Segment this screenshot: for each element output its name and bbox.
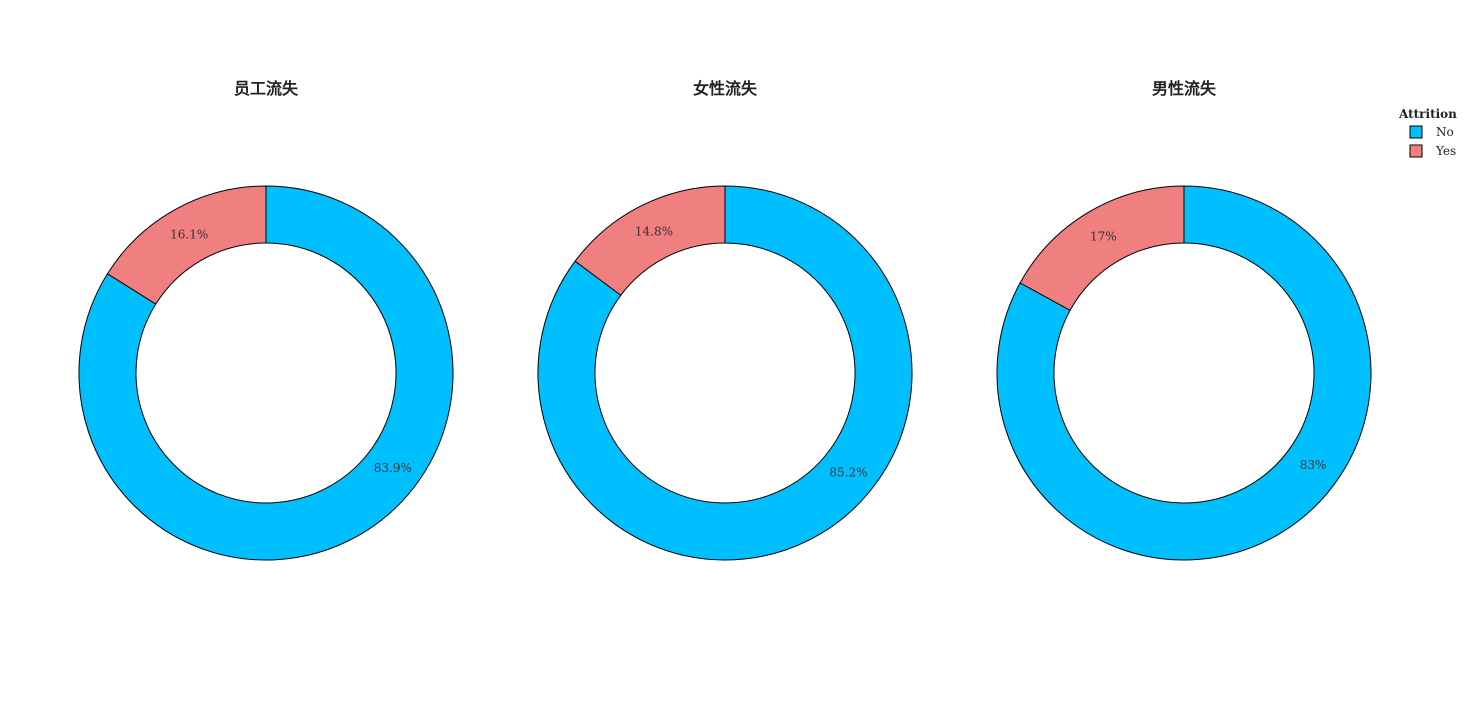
legend: Attrition No Yes — [1398, 107, 1457, 158]
slice-label-yes: 17% — [1090, 230, 1117, 244]
legend-title: Attrition — [1398, 107, 1457, 121]
slice-label-no: 85.2% — [829, 465, 867, 479]
charts-layer: 员工流失 83.9% 16.1% 女性流失 85.2% 14.8% 男性流失 83% 17% — [78, 79, 1372, 561]
slice-yes[interactable] — [1019, 185, 1185, 312]
donut-chart-1: 员工流失 83.9% 16.1% — [78, 79, 454, 561]
legend-item-yes[interactable]: Yes — [1409, 144, 1456, 158]
slice-label-yes: 16.1% — [170, 227, 208, 241]
donut-chart-2: 女性流失 85.2% 14.8% — [537, 79, 913, 561]
slice-label-yes: 14.8% — [635, 224, 673, 238]
donut-chart-3: 男性流失 83% 17% — [996, 79, 1372, 561]
slice-label-no: 83.9% — [374, 461, 412, 475]
legend-swatch-no — [1409, 125, 1423, 139]
chart-title: 员工流失 — [234, 79, 299, 98]
donut-chart-figure: 员工流失 83.9% 16.1% 女性流失 85.2% 14.8% 男性流失 83% 17% A… — [78, 79, 1457, 561]
slice-label-no: 83% — [1300, 458, 1327, 472]
legend-swatch-yes — [1409, 144, 1423, 158]
chart-title: 女性流失 — [693, 79, 758, 98]
slice-yes[interactable] — [106, 185, 267, 305]
legend-item-no[interactable]: No — [1409, 125, 1454, 139]
chart-title: 男性流失 — [1152, 79, 1217, 98]
legend-label-no: No — [1436, 125, 1454, 139]
legend-label-yes: Yes — [1435, 144, 1456, 158]
